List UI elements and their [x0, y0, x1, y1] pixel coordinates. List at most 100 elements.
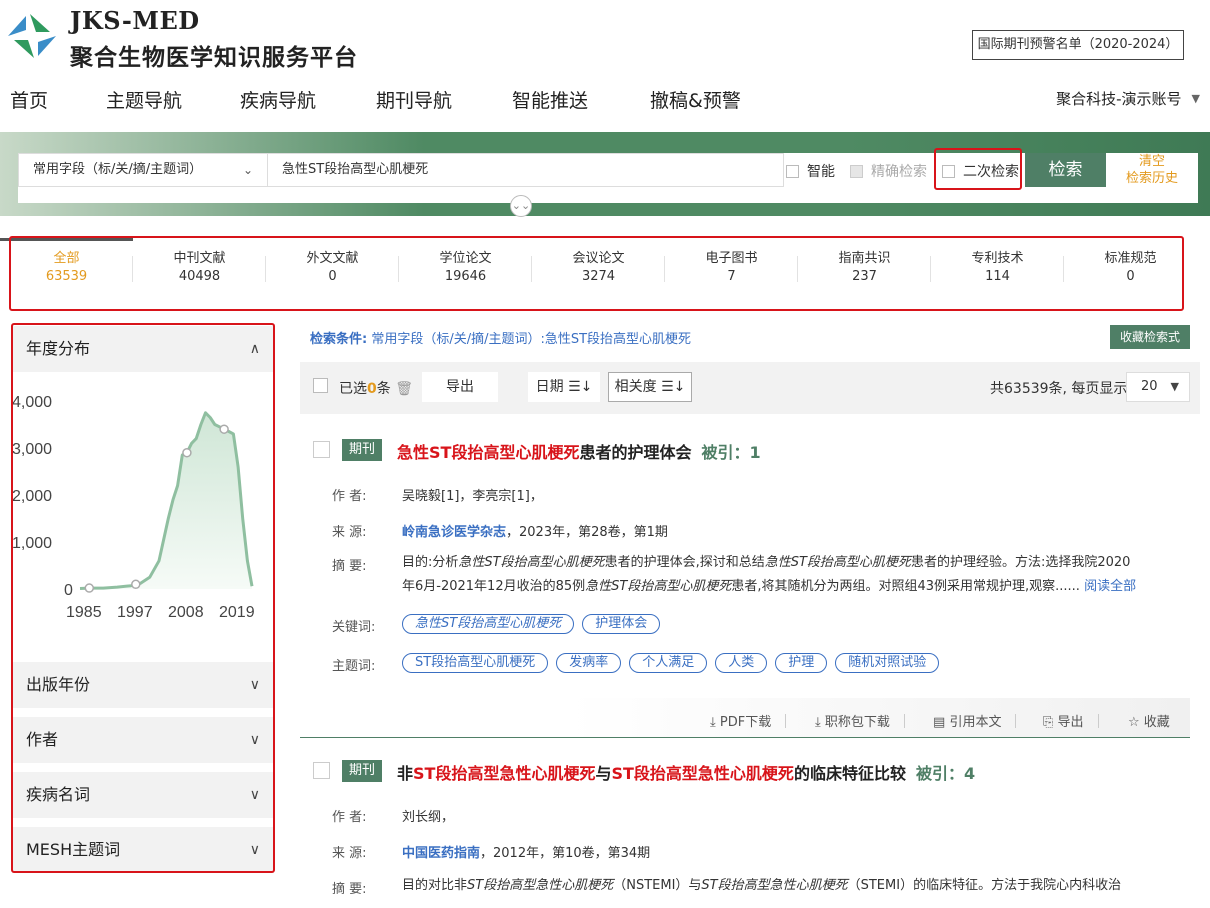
action-label: 引用本文: [949, 715, 1002, 730]
subject-tag[interactable]: 随机对照试验: [835, 653, 940, 673]
source-detail: ，2012年，第10卷，第34期: [480, 846, 651, 861]
journal-badge: 期刊: [342, 760, 382, 782]
warning-list-button[interactable]: 国际期刊预警名单（2020-2024）: [972, 30, 1184, 60]
nav-retraction[interactable]: 撤稿&预警: [650, 86, 741, 113]
author-label: 作 者:: [332, 489, 367, 504]
logo-icon: [8, 14, 56, 58]
citation-count: 被引：4: [915, 764, 976, 783]
search-button[interactable]: 检索: [1025, 153, 1106, 187]
keyword-tags: 急性ST段抬高型心肌梗死 护理体会: [402, 614, 668, 634]
export-icon: ⎘: [1043, 715, 1054, 730]
source-detail: ，2023年，第28卷，第1期: [506, 525, 668, 540]
journal-link[interactable]: 中国医药指南: [402, 846, 480, 861]
subject-tag[interactable]: 发病率: [556, 653, 622, 673]
smart-label: 智能: [807, 164, 835, 180]
source-value: 中国医药指南，2012年，第10卷，第34期: [402, 842, 650, 861]
journal-link[interactable]: 岭南急诊医学杂志: [402, 525, 506, 540]
account-name: 聚合科技-演示账号: [1056, 90, 1182, 108]
field-select-value: 常用字段（标/关/摘/主题词）: [33, 162, 203, 177]
result-title[interactable]: 非ST段抬高型急性心肌梗死与ST段抬高型急性心肌梗死的临床特征比较 被引：4: [397, 760, 975, 784]
condition-label: 检索条件:: [310, 332, 368, 347]
source-value: 岭南急诊医学杂志，2023年，第28卷，第1期: [402, 521, 668, 540]
clear-history-line1: 清空: [1138, 154, 1165, 169]
subject-tag[interactable]: 个人满足: [629, 653, 708, 673]
selected-number: 0: [367, 381, 377, 397]
action-label: 收藏: [1143, 715, 1170, 730]
exact-option[interactable]: 精确检索: [850, 161, 927, 181]
action-label: 导出: [1057, 715, 1084, 730]
highlight-box-tabs: [9, 236, 1184, 311]
action-label: PDF下载: [719, 715, 772, 730]
result-checkbox[interactable]: [313, 762, 330, 779]
title-highlight: 急性ST段抬高型心肌梗死: [397, 443, 580, 462]
exact-checkbox[interactable]: [850, 165, 863, 178]
select-all-checkbox[interactable]: [313, 378, 328, 393]
bottom-fade: [300, 892, 1200, 908]
keywords-label: 关键词:: [332, 620, 376, 635]
subject-tag[interactable]: ST段抬高型心肌梗死: [402, 653, 549, 673]
subject-tag[interactable]: 人类: [715, 653, 768, 673]
result-checkbox[interactable]: [313, 441, 330, 458]
cite-action[interactable]: ▤ 引用本文: [933, 711, 1017, 730]
author-value[interactable]: 刘长纲，: [402, 806, 454, 825]
read-more-link[interactable]: 阅读全部: [1084, 579, 1136, 594]
action-label: 职称包下载: [824, 715, 890, 730]
clear-history-line2: 检索历史: [1125, 171, 1178, 186]
search-input[interactable]: 急性ST段抬高型心肌梗死: [268, 153, 784, 187]
trash-icon[interactable]: 🗑: [395, 381, 413, 397]
abstract-text: 目的:分析急性ST段抬高型心肌梗死患者的护理体会,探讨和总结急性ST段抬高型心肌…: [402, 555, 1137, 594]
clear-history-link[interactable]: 清空 检索历史: [1118, 153, 1186, 187]
nav-disease[interactable]: 疾病导航: [240, 86, 316, 113]
title-highlight: ST段抬高型急性心肌梗死: [413, 764, 596, 783]
selected-count: 已选0条 🗑: [339, 378, 413, 398]
account-menu[interactable]: 聚合科技-演示账号 ▼: [1056, 88, 1200, 109]
export-action[interactable]: ⎘ 导出: [1043, 711, 1099, 730]
title-highlight: ST段抬高型急性心肌梗死: [611, 764, 794, 783]
nav-home[interactable]: 首页: [10, 86, 48, 113]
highlight-box-secondary: [934, 148, 1022, 190]
document-icon: ▤: [933, 715, 946, 730]
source-label: 来 源:: [332, 525, 367, 540]
keyword-tag[interactable]: 护理体会: [582, 614, 661, 634]
expand-chevron-icon[interactable]: ⌄⌄: [510, 195, 532, 217]
sort-relevance-button[interactable]: 相关度 ☰↓: [608, 372, 692, 402]
export-button[interactable]: 导出: [422, 372, 498, 402]
keyword-tag[interactable]: 急性ST段抬高型心肌梗死: [402, 614, 575, 634]
journal-badge: 期刊: [342, 439, 382, 461]
condition-value: 常用字段（标/关/摘/主题词）:急性ST段抬高型心肌梗死: [371, 332, 692, 347]
caret-down-icon: ▼: [1170, 380, 1179, 393]
logo-title-cn: 聚合生物医学知识服务平台: [70, 44, 358, 71]
download-icon: ⤓: [815, 715, 821, 730]
exact-label: 精确检索: [871, 164, 927, 180]
nav-journal[interactable]: 期刊导航: [376, 86, 452, 113]
per-page-value: 20: [1141, 379, 1158, 394]
source-label: 来 源:: [332, 846, 367, 861]
caret-down-icon: ▼: [1191, 92, 1200, 105]
nav-push[interactable]: 智能推送: [512, 86, 588, 113]
logo-title-en: JKS-MED: [70, 6, 200, 35]
download-icon: ⤓: [710, 715, 716, 730]
abstract-label: 摘 要:: [332, 559, 367, 574]
title-rest: 患者的护理体会: [579, 443, 692, 462]
field-select[interactable]: 常用字段（标/关/摘/主题词） ⌄: [18, 153, 268, 187]
pdf-download-action[interactable]: ⤓ PDF下载: [710, 711, 787, 730]
favorite-action[interactable]: ☆ 收藏: [1128, 711, 1170, 730]
subjects-label: 主题词:: [332, 659, 376, 674]
chevron-down-icon: ⌄: [242, 163, 253, 177]
save-query-button[interactable]: 收藏检索式: [1110, 325, 1190, 349]
smart-checkbox[interactable]: [786, 165, 799, 178]
author-value[interactable]: 吴晓毅[1]，李亮宗[1]，: [402, 485, 543, 504]
title-pack-download-action[interactable]: ⤓ 职称包下载: [815, 711, 905, 730]
main-nav: 首页 主题导航 疾病导航 期刊导航 智能推送 撤稿&预警: [0, 86, 1210, 118]
search-condition: 检索条件: 常用字段（标/关/摘/主题词）:急性ST段抬高型心肌梗死: [310, 328, 691, 347]
star-icon: ☆: [1128, 715, 1140, 730]
subject-tag[interactable]: 护理: [775, 653, 828, 673]
subject-tags: ST段抬高型心肌梗死 发病率 个人满足 人类 护理 随机对照试验: [402, 653, 947, 673]
smart-option[interactable]: 智能: [786, 161, 835, 181]
per-page-select[interactable]: 20 ▼: [1126, 372, 1190, 402]
result-title[interactable]: 急性ST段抬高型心肌梗死患者的护理体会 被引：1: [397, 439, 761, 463]
author-label: 作 者:: [332, 810, 367, 825]
nav-topic[interactable]: 主题导航: [106, 86, 182, 113]
sort-date-button[interactable]: 日期 ☰↓: [528, 372, 600, 402]
highlight-box-sidebar: [11, 323, 275, 873]
